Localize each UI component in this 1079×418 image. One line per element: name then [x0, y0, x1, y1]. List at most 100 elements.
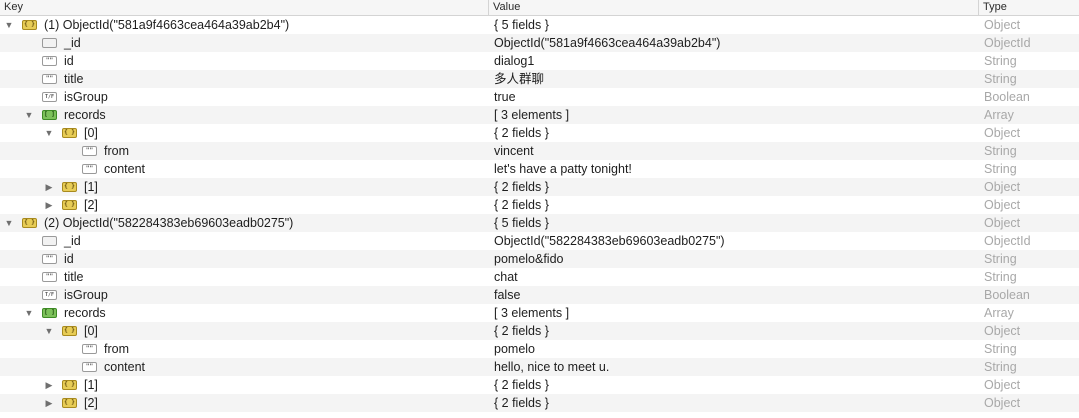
- string-icon: "": [42, 74, 57, 84]
- value-cell: chat: [494, 270, 518, 284]
- value-cell: { 2 fields }: [494, 378, 549, 392]
- object-icon: { }: [22, 20, 37, 30]
- tree-row[interactable]: "" id pomelo&fido String: [0, 250, 1079, 268]
- disclosure-collapsed-icon[interactable]: ▶: [44, 394, 54, 412]
- key-cell: "" from: [0, 142, 488, 160]
- value-cell: let's have a patty tonight!: [494, 162, 632, 176]
- key-label: [1]: [84, 378, 98, 392]
- disclosure-expanded-icon[interactable]: ▼: [24, 304, 34, 322]
- type-cell: String: [984, 252, 1017, 266]
- disclosure-expanded-icon[interactable]: ▼: [44, 124, 54, 142]
- tree-row[interactable]: ▼ [ ] records [ 3 elements ] Array: [0, 304, 1079, 322]
- object-icon: { }: [22, 218, 37, 228]
- tree-row[interactable]: ▼ { } (2) ObjectId("582284383eb69603eadb02…: [0, 214, 1079, 232]
- key-label: _id: [64, 36, 81, 50]
- disclosure-expanded-icon[interactable]: ▼: [44, 322, 54, 340]
- key-label: (2) ObjectId("582284383eb69603eadb0275"): [44, 216, 294, 230]
- type-cell: ObjectId: [984, 36, 1031, 50]
- type-cell: Object: [984, 216, 1021, 230]
- string-icon: "": [42, 272, 57, 282]
- key-label: content: [104, 162, 146, 176]
- tree-row[interactable]: "" id dialog1 String: [0, 52, 1079, 70]
- type-cell: String: [984, 144, 1017, 158]
- key-cell: _id: [0, 34, 488, 52]
- type-cell: String: [984, 162, 1017, 176]
- key-label: _id: [64, 234, 81, 248]
- key-label: from: [104, 342, 129, 356]
- tree-row[interactable]: ▼ [ ] records [ 3 elements ] Array: [0, 106, 1079, 124]
- value-column-header[interactable]: Value: [488, 0, 978, 16]
- key-label: id: [64, 252, 74, 266]
- key-cell: "" id: [0, 250, 488, 268]
- tree-row[interactable]: "" from vincent String: [0, 142, 1079, 160]
- objectid-icon: [42, 38, 57, 48]
- type-column-header[interactable]: Type: [978, 0, 1079, 16]
- disclosure-collapsed-icon[interactable]: ▶: [44, 376, 54, 394]
- key-column-header[interactable]: Key: [0, 0, 488, 16]
- type-cell: Boolean: [984, 90, 1030, 104]
- key-cell: ▼ { } [0]: [0, 124, 488, 142]
- tree-row[interactable]: T/F isGroup true Boolean: [0, 88, 1079, 106]
- object-icon: { }: [62, 398, 77, 408]
- array-icon: [ ]: [42, 308, 57, 318]
- key-cell: ▼ { } [0]: [0, 322, 488, 340]
- type-cell: Object: [984, 396, 1021, 410]
- tree-row[interactable]: _id ObjectId("582284383eb69603eadb0275") O…: [0, 232, 1079, 250]
- key-label: isGroup: [64, 288, 108, 302]
- tree-row[interactable]: _id ObjectId("581a9f4663cea464a39ab2b4") O…: [0, 34, 1079, 52]
- disclosure-collapsed-icon[interactable]: ▶: [44, 178, 54, 196]
- value-cell: { 2 fields }: [494, 126, 549, 140]
- tree-row[interactable]: "" from pomelo String: [0, 340, 1079, 358]
- type-cell: String: [984, 270, 1017, 284]
- tree-row[interactable]: "" title 多人群聊 String: [0, 70, 1079, 88]
- disclosure-expanded-icon[interactable]: ▼: [4, 16, 14, 34]
- type-cell: Object: [984, 18, 1021, 32]
- value-cell: hello, nice to meet u.: [494, 360, 610, 374]
- value-cell: ObjectId("582284383eb69603eadb0275"): [494, 234, 725, 248]
- key-label: [0]: [84, 126, 98, 140]
- key-cell: "" id: [0, 52, 488, 70]
- tree-row[interactable]: "" title chat String: [0, 268, 1079, 286]
- tree-row[interactable]: ▶ { } [1] { 2 fields } Object: [0, 376, 1079, 394]
- tree-row[interactable]: ▶ { } [1] { 2 fields } Object: [0, 178, 1079, 196]
- object-icon: { }: [62, 326, 77, 336]
- key-cell: "" title: [0, 70, 488, 88]
- key-label: [0]: [84, 324, 98, 338]
- key-label: id: [64, 54, 74, 68]
- tree-row[interactable]: T/F isGroup false Boolean: [0, 286, 1079, 304]
- tree-row[interactable]: "" content hello, nice to meet u. String: [0, 358, 1079, 376]
- key-label: title: [64, 72, 84, 86]
- value-cell: { 2 fields }: [494, 324, 549, 338]
- type-cell: String: [984, 54, 1017, 68]
- tree-row[interactable]: "" content let's have a patty tonight! Stri…: [0, 160, 1079, 178]
- tree-row[interactable]: ▼ { } (1) ObjectId("581a9f4663cea464a39ab2…: [0, 16, 1079, 34]
- disclosure-expanded-icon[interactable]: ▼: [24, 106, 34, 124]
- type-cell: Object: [984, 198, 1021, 212]
- type-cell: String: [984, 72, 1017, 86]
- tree-row[interactable]: ▼ { } [0] { 2 fields } Object: [0, 322, 1079, 340]
- document-tree-view: Key Value Type ▼ { } (1) ObjectId("581a9f4…: [0, 0, 1079, 418]
- disclosure-expanded-icon[interactable]: ▼: [4, 214, 14, 232]
- tree-row[interactable]: ▶ { } [2] { 2 fields } Object: [0, 196, 1079, 214]
- value-cell: { 5 fields }: [494, 18, 549, 32]
- boolean-icon: T/F: [42, 290, 57, 300]
- value-cell: false: [494, 288, 521, 302]
- object-icon: { }: [62, 128, 77, 138]
- type-cell: ObjectId: [984, 234, 1031, 248]
- string-icon: "": [82, 164, 97, 174]
- column-header: Key Value Type: [0, 0, 1079, 16]
- string-icon: "": [82, 344, 97, 354]
- value-cell: 多人群聊: [494, 72, 545, 86]
- key-cell: ▼ [ ] records: [0, 106, 488, 124]
- value-cell: { 2 fields }: [494, 180, 549, 194]
- key-cell: "" content: [0, 358, 488, 376]
- key-label: from: [104, 144, 129, 158]
- object-icon: { }: [62, 200, 77, 210]
- type-cell: Boolean: [984, 288, 1030, 302]
- tree-row[interactable]: ▼ { } [0] { 2 fields } Object: [0, 124, 1079, 142]
- type-cell: String: [984, 342, 1017, 356]
- key-cell: "" from: [0, 340, 488, 358]
- disclosure-collapsed-icon[interactable]: ▶: [44, 196, 54, 214]
- value-cell: [ 3 elements ]: [494, 108, 570, 122]
- tree-row[interactable]: ▶ { } [2] { 2 fields } Object: [0, 394, 1079, 412]
